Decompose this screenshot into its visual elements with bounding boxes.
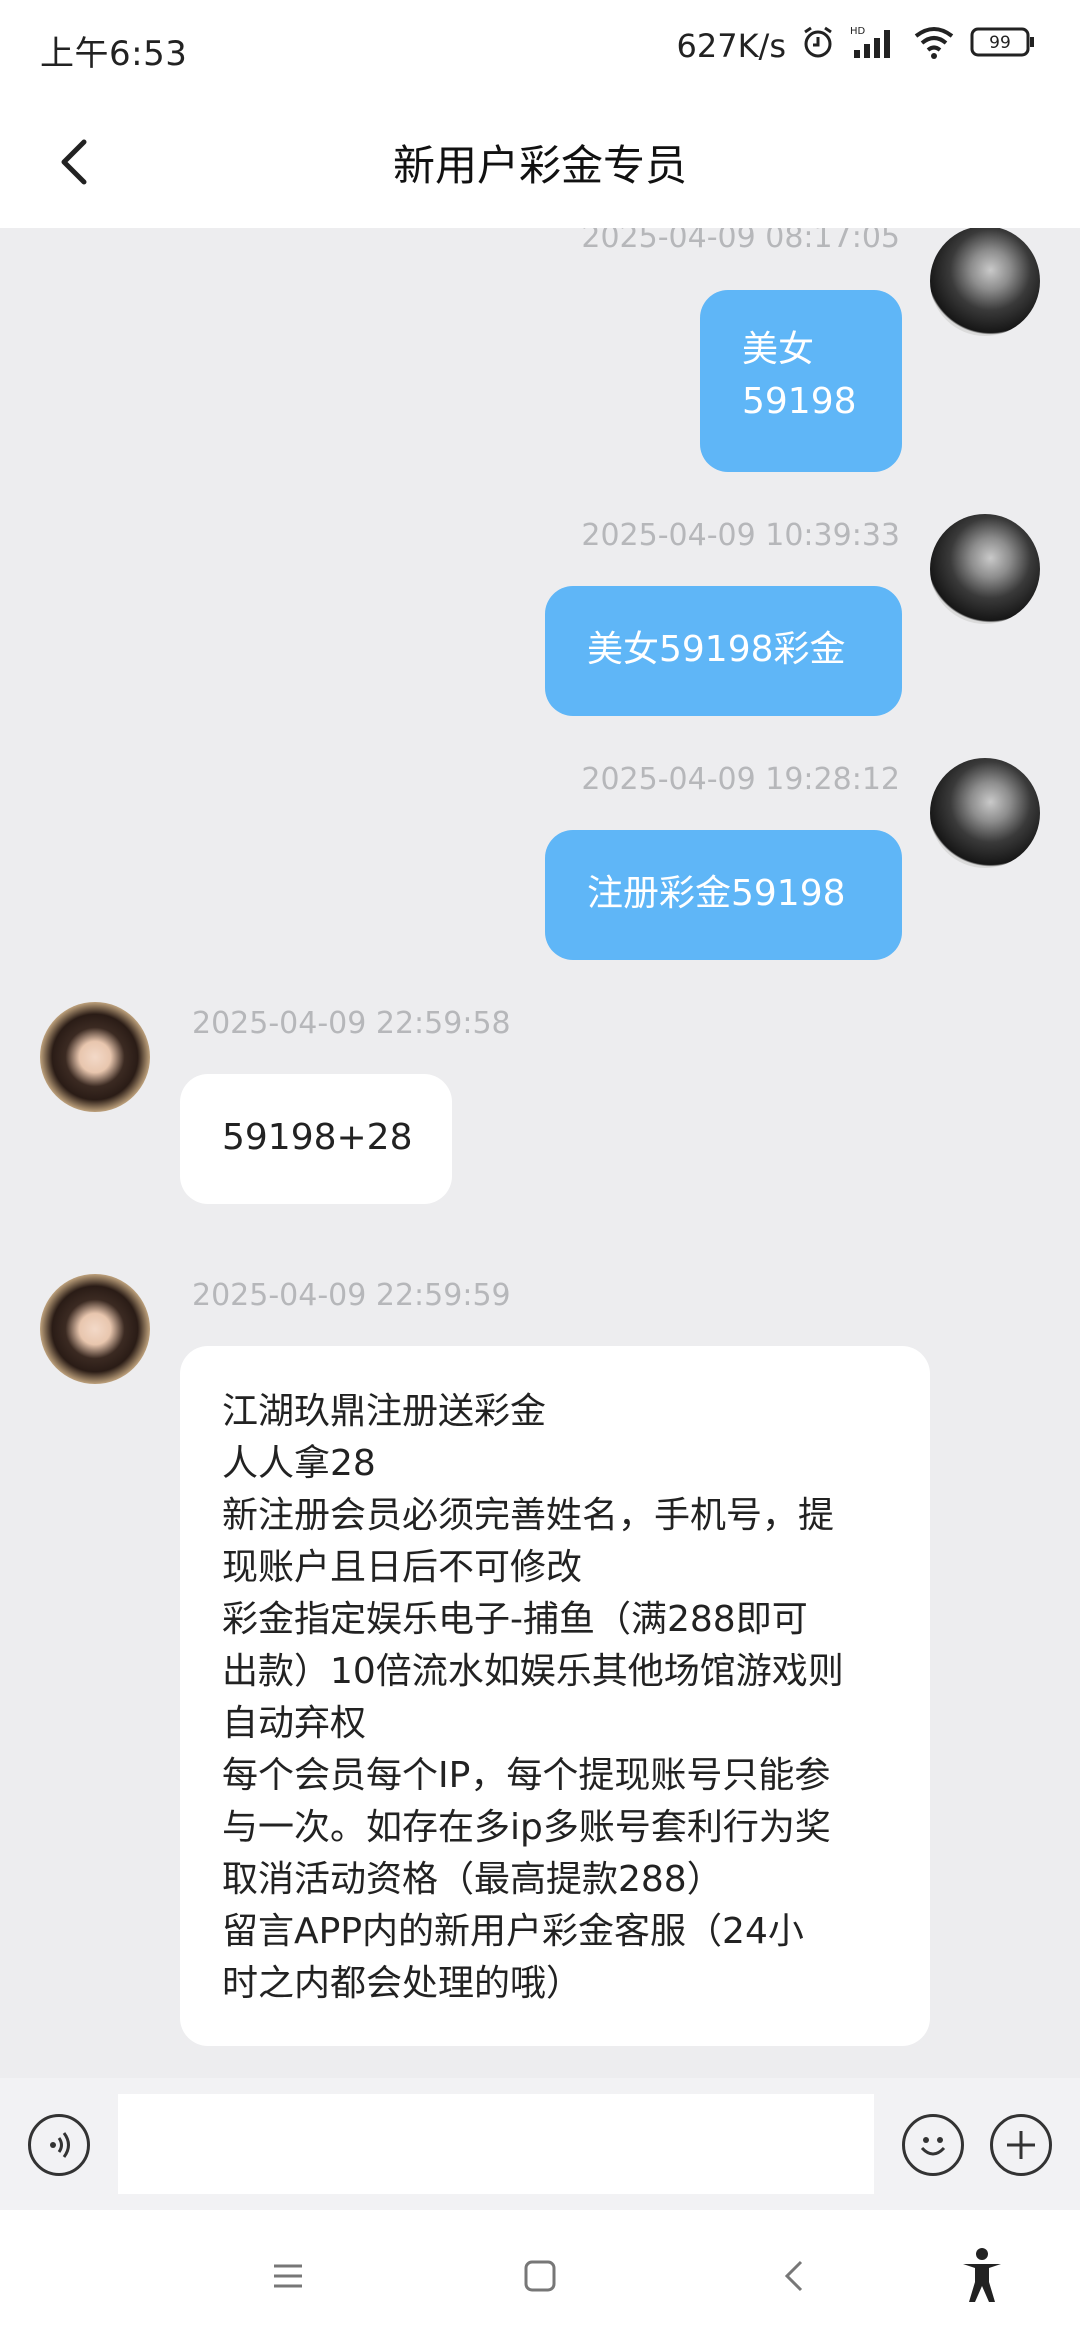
chat-message-list[interactable]: 2025-04-09 08:17:05 美女 59198 2025-04-09 … bbox=[0, 228, 1080, 2078]
message-text-line: 现账户且日后不可修改 bbox=[222, 1547, 583, 1588]
message-text-line: 与一次。如存在多ip多账号套利行为奖 bbox=[222, 1807, 831, 1848]
message-text: 59198+28 bbox=[222, 1117, 413, 1158]
message-text-line: 江湖玖鼎注册送彩金 bbox=[222, 1391, 547, 1432]
status-time: 上午6:53 bbox=[40, 34, 188, 74]
message-text-line: 时之内都会处理的哦） bbox=[222, 1963, 583, 2004]
menu-icon bbox=[274, 2264, 302, 2288]
hd-signal-icon: HD bbox=[850, 24, 898, 68]
back-nav-button[interactable] bbox=[764, 2246, 824, 2306]
voice-icon bbox=[50, 2132, 70, 2158]
message-text-line: 出款）10倍流水如娱乐其他场馆游戏则 bbox=[222, 1651, 844, 1692]
alarm-icon bbox=[800, 24, 836, 68]
message-text-line: 取消活动资格（最高提款288） bbox=[222, 1859, 723, 1900]
message-text-line: 彩金指定娱乐电子-捕鱼（满288即可 bbox=[222, 1599, 808, 1640]
message-bubble-outgoing[interactable]: 美女59198彩金 bbox=[545, 586, 902, 716]
message-bubble-outgoing[interactable]: 美女 59198 bbox=[700, 290, 902, 472]
message-timestamp: 2025-04-09 19:28:12 bbox=[581, 762, 900, 797]
battery-icon: 99 bbox=[970, 25, 1036, 67]
message-timestamp: 2025-04-09 08:17:05 bbox=[581, 228, 900, 255]
message-bubble-incoming[interactable]: 59198+28 bbox=[180, 1074, 452, 1204]
accessibility-icon bbox=[963, 2248, 1001, 2302]
status-bar: 上午6:53 627K/s HD 99 bbox=[0, 0, 1080, 96]
message-text-line: 自动弃权 bbox=[222, 1703, 367, 1744]
home-icon bbox=[524, 2260, 556, 2292]
emoji-button[interactable] bbox=[902, 2114, 964, 2176]
message-text-line: 59198 bbox=[742, 381, 857, 422]
accessibility-button[interactable] bbox=[952, 2246, 1012, 2306]
message-timestamp: 2025-04-09 22:59:59 bbox=[192, 1278, 511, 1313]
agent-avatar[interactable] bbox=[40, 1002, 150, 1112]
message-text-line: 人人拿28 bbox=[222, 1443, 376, 1484]
input-bar bbox=[0, 2078, 1080, 2210]
battery-level: 99 bbox=[989, 33, 1011, 53]
menu-button[interactable] bbox=[258, 2246, 318, 2306]
message-input[interactable] bbox=[118, 2094, 874, 2194]
status-icons: 627K/s HD 99 bbox=[676, 24, 1036, 68]
plus-icon bbox=[1007, 2131, 1035, 2159]
message-text-line: 留言APP内的新用户彩金客服（24小 bbox=[222, 1911, 804, 1952]
message-bubble-incoming[interactable]: 江湖玖鼎注册送彩金 人人拿28 新注册会员必须完善姓名，手机号，提 现账户且日后… bbox=[180, 1346, 930, 2046]
message-text: 美女59198彩金 bbox=[587, 629, 846, 670]
user-avatar[interactable] bbox=[930, 514, 1040, 624]
message-text-line: 新注册会员必须完善姓名，手机号，提 bbox=[222, 1495, 835, 1536]
voice-button[interactable] bbox=[28, 2114, 90, 2176]
message-timestamp: 2025-04-09 10:39:33 bbox=[581, 518, 900, 553]
user-avatar[interactable] bbox=[930, 228, 1040, 336]
message-text: 注册彩金59198 bbox=[587, 873, 846, 914]
plus-button[interactable] bbox=[990, 2114, 1052, 2176]
back-icon bbox=[784, 2260, 803, 2292]
message-text-line: 美女 bbox=[742, 329, 815, 370]
message-text-line: 每个会员每个IP，每个提现账号只能参 bbox=[222, 1755, 831, 1796]
user-avatar[interactable] bbox=[930, 758, 1040, 868]
message-bubble-outgoing[interactable]: 注册彩金59198 bbox=[545, 830, 902, 960]
agent-avatar[interactable] bbox=[40, 1274, 150, 1384]
message-timestamp: 2025-04-09 22:59:58 bbox=[192, 1006, 511, 1041]
svg-text:HD: HD bbox=[850, 26, 866, 37]
chat-header: 新用户彩金专员 bbox=[0, 96, 1080, 228]
emoji-icon bbox=[920, 2137, 946, 2156]
system-nav-bar bbox=[0, 2210, 1080, 2340]
page-title: 新用户彩金专员 bbox=[392, 141, 687, 190]
home-button[interactable] bbox=[510, 2246, 570, 2306]
wifi-icon bbox=[912, 24, 956, 68]
network-speed: 627K/s bbox=[676, 27, 786, 65]
